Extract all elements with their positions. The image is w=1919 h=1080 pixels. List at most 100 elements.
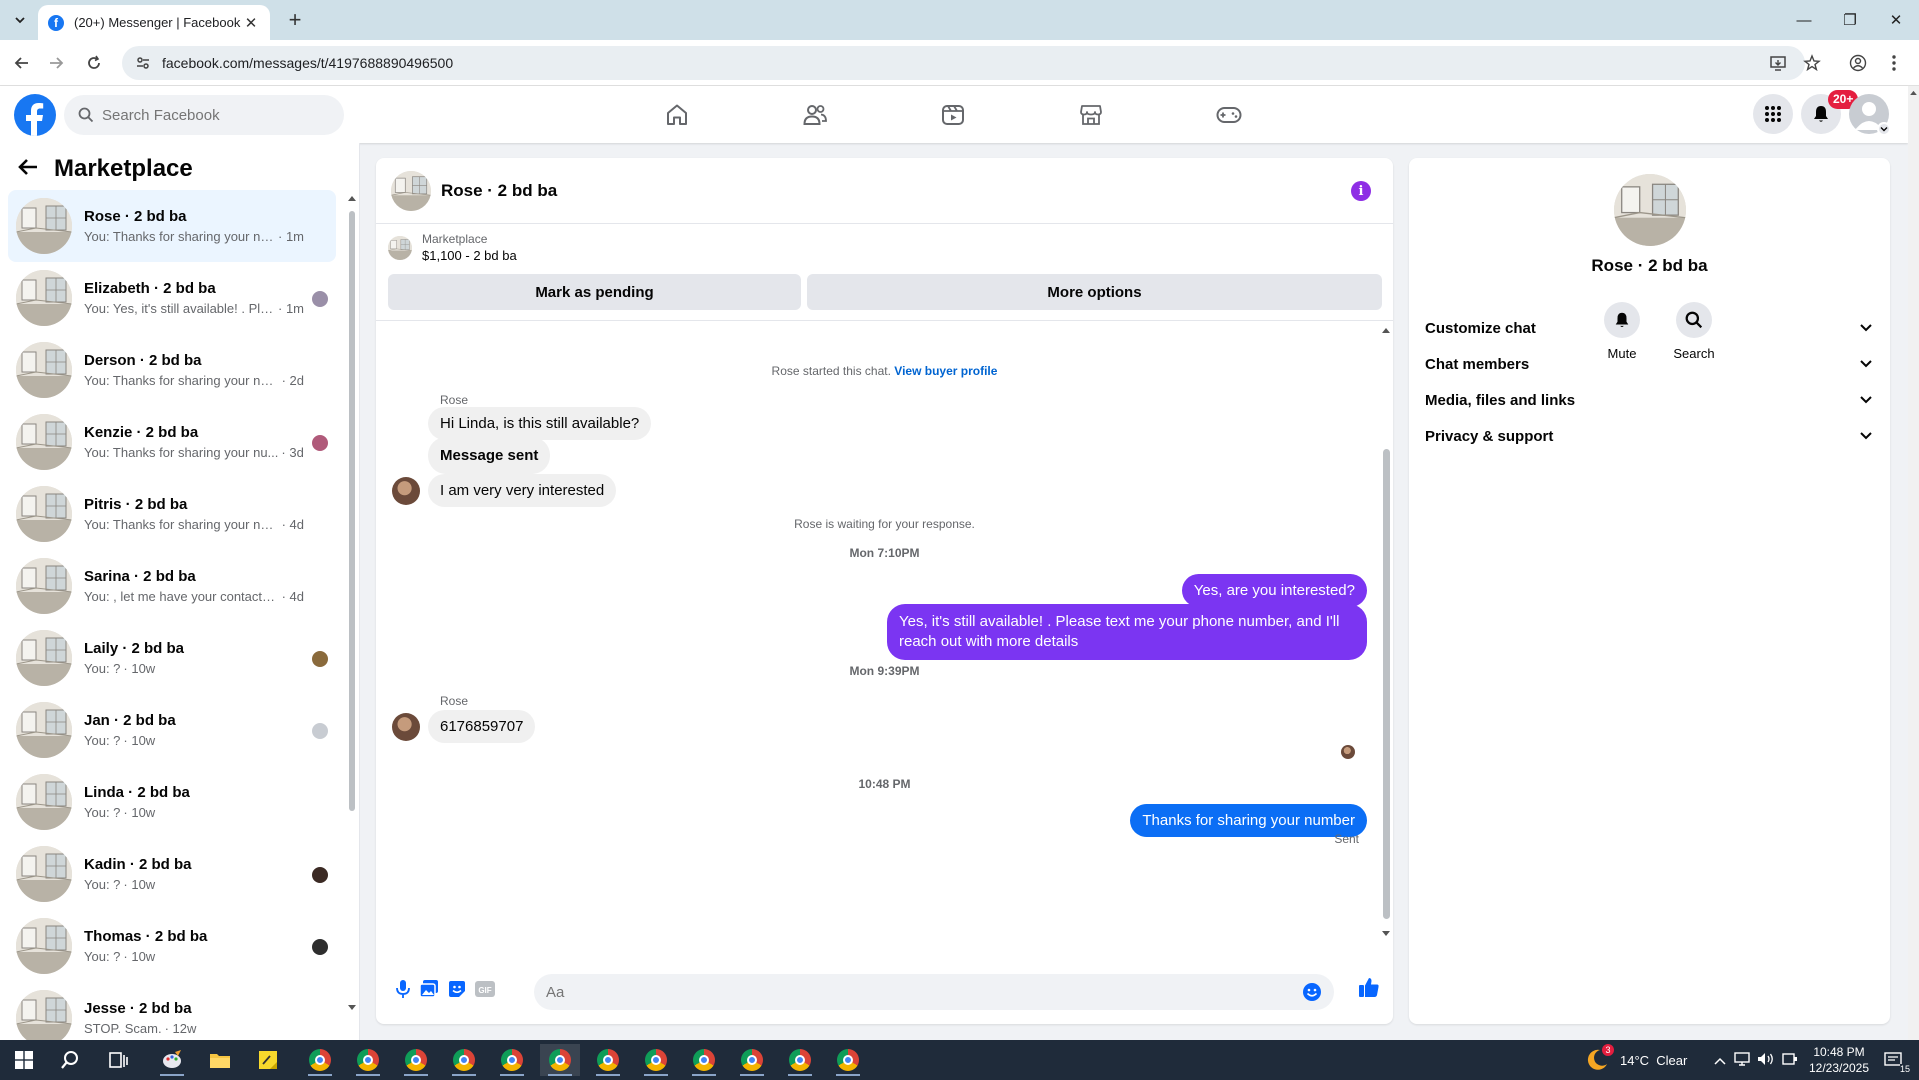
minimize-button[interactable]: — <box>1781 0 1827 40</box>
message-input-box[interactable] <box>534 974 1334 1010</box>
scrollbar-thumb[interactable] <box>349 211 355 811</box>
browser-menu-icon[interactable] <box>1883 52 1905 74</box>
view-buyer-profile-link[interactable]: View buyer profile <box>894 364 997 378</box>
conversation-title[interactable]: Rose · 2 bd ba <box>441 181 557 201</box>
sticker-icon[interactable] <box>446 978 468 1000</box>
more-options-button[interactable]: More options <box>807 274 1382 310</box>
chat-list-item[interactable]: Elizabeth · 2 bd ba You: Yes, it's still … <box>8 262 336 334</box>
install-app-icon[interactable] <box>1767 52 1789 74</box>
clock[interactable]: 10:48 PM 12/23/2025 <box>1804 1044 1874 1076</box>
thumbs-up-icon[interactable] <box>1358 976 1380 998</box>
close-window-button[interactable]: ✕ <box>1873 0 1919 40</box>
chat-list-item[interactable]: Kenzie · 2 bd ba You: Thanks for sharing … <box>8 406 336 478</box>
chat-list-item[interactable]: Kadin · 2 bd ba You: ? · 10w <box>8 838 336 910</box>
info-icon[interactable]: i <box>1351 181 1371 201</box>
taskbar-search-button[interactable] <box>50 1044 90 1076</box>
taskbar-chrome-window[interactable] <box>588 1044 628 1076</box>
photo-icon[interactable] <box>418 978 440 1000</box>
new-tab-button[interactable]: + <box>282 8 308 34</box>
taskbar-chrome-window[interactable] <box>444 1044 484 1076</box>
contact-avatar[interactable] <box>392 713 420 741</box>
message-input[interactable] <box>546 983 1276 1001</box>
incoming-message[interactable]: I am very very interested <box>428 474 617 507</box>
outgoing-message[interactable]: Thanks for sharing your number <box>1130 804 1367 837</box>
scroll-down-icon[interactable] <box>1382 931 1390 937</box>
taskbar-paint-app[interactable] <box>152 1044 192 1076</box>
restore-button[interactable]: ❐ <box>1827 0 1873 40</box>
chat-list-item[interactable]: Jan · 2 bd ba You: ? · 10w <box>8 694 336 766</box>
facebook-logo[interactable] <box>14 94 56 136</box>
chat-list-item[interactable]: Sarina · 2 bd ba You: , let me have your … <box>8 550 336 622</box>
tab-close-icon[interactable]: ✕ <box>242 14 260 32</box>
bookmark-star-icon[interactable] <box>1801 52 1823 74</box>
taskbar-chrome-window[interactable] <box>828 1044 868 1076</box>
taskbar-chrome-window[interactable] <box>636 1044 676 1076</box>
incoming-message[interactable]: 6176859707 <box>428 710 536 743</box>
reload-button[interactable] <box>82 51 106 75</box>
chat-list-item[interactable]: Rose · 2 bd ba You: Thanks for sharing yo… <box>8 190 336 262</box>
contact-listing-image[interactable] <box>1614 174 1686 246</box>
listing-info[interactable]: Marketplace $1,100 - 2 bd ba <box>388 232 517 263</box>
chat-list-item[interactable]: Thomas · 2 bd ba You: ? · 10w <box>8 910 336 982</box>
nav-home[interactable] <box>621 94 733 136</box>
taskbar-chrome-window[interactable] <box>348 1044 388 1076</box>
taskbar-chrome-window[interactable] <box>300 1044 340 1076</box>
nav-video[interactable] <box>897 94 1009 136</box>
gif-icon[interactable]: GIF <box>474 978 496 1000</box>
battery-icon[interactable] <box>1778 1052 1802 1069</box>
emoji-icon[interactable] <box>1302 982 1322 1002</box>
weather-widget[interactable]: 3 14°C Clear <box>1584 1040 1687 1080</box>
facebook-search-input[interactable] <box>102 106 322 124</box>
listing-thumbnail[interactable] <box>391 170 431 211</box>
scroll-up-icon[interactable] <box>348 195 356 201</box>
section-privacy-support[interactable]: Privacy & support <box>1425 416 1874 456</box>
notification-center-button[interactable]: 15 <box>1874 1044 1912 1076</box>
scroll-up-icon[interactable] <box>1382 327 1390 333</box>
section-media-files-and-links[interactable]: Media, files and links <box>1425 380 1874 420</box>
task-view-button[interactable] <box>98 1044 138 1076</box>
chat-list-item[interactable]: Linda · 2 bd ba You: ? · 10w <box>8 766 336 838</box>
site-info-icon[interactable] <box>134 54 152 72</box>
menu-button[interactable] <box>1753 94 1793 134</box>
nav-gaming[interactable] <box>1173 94 1285 136</box>
section-customize-chat[interactable]: Customize chat <box>1425 308 1874 348</box>
scroll-down-icon[interactable] <box>348 1005 356 1011</box>
incoming-message[interactable]: Message sent <box>428 437 551 474</box>
taskbar-chrome-window[interactable] <box>684 1044 724 1076</box>
forward-button[interactable] <box>44 51 68 75</box>
outgoing-message[interactable]: Yes, are you interested? <box>1181 574 1367 607</box>
page-scrollbar[interactable] <box>1908 86 1919 1040</box>
back-arrow-icon[interactable] <box>18 156 38 182</box>
section-chat-members[interactable]: Chat members <box>1425 344 1874 384</box>
outgoing-message[interactable]: Yes, it's still available! . Please text… <box>887 604 1367 660</box>
account-chevron-icon[interactable] <box>1877 122 1891 136</box>
chat-list-item[interactable]: Derson · 2 bd ba You: Thanks for sharing … <box>8 334 336 406</box>
windows-start-button[interactable] <box>4 1044 44 1076</box>
omnibox[interactable]: facebook.com/messages/t/4197688890496500 <box>122 46 1805 80</box>
back-button[interactable] <box>10 51 34 75</box>
nav-marketplace[interactable] <box>1035 94 1147 136</box>
network-icon[interactable] <box>1730 1051 1754 1069</box>
taskbar-file-explorer[interactable] <box>200 1044 240 1076</box>
chat-list-scrollbar[interactable] <box>348 195 356 1011</box>
microphone-icon[interactable] <box>392 978 414 1000</box>
scrollbar-thumb[interactable] <box>1383 449 1390 919</box>
chat-list-item[interactable]: Laily · 2 bd ba You: ? · 10w <box>8 622 336 694</box>
taskbar-sticky-notes[interactable] <box>248 1044 288 1076</box>
mark-as-pending-button[interactable]: Mark as pending <box>388 274 801 310</box>
contact-avatar[interactable] <box>392 477 420 505</box>
tab-search-button[interactable] <box>8 8 32 32</box>
profile-icon[interactable] <box>1847 52 1869 74</box>
taskbar-chrome-window[interactable] <box>492 1044 532 1076</box>
taskbar-chrome-window[interactable] <box>732 1044 772 1076</box>
facebook-search-box[interactable] <box>64 95 344 135</box>
taskbar-chrome-window[interactable] <box>540 1044 580 1076</box>
nav-friends[interactable] <box>759 94 871 136</box>
volume-icon[interactable] <box>1754 1052 1778 1069</box>
incoming-message[interactable]: Hi Linda, is this still available? <box>428 407 652 440</box>
chat-list-item[interactable]: Pitris · 2 bd ba You: Thanks for sharing … <box>8 478 336 550</box>
show-hidden-icons-chevron-icon[interactable] <box>1710 1053 1730 1068</box>
taskbar-chrome-window[interactable] <box>396 1044 436 1076</box>
browser-tab-messenger[interactable]: f (20+) Messenger | Facebook ✕ <box>38 5 270 40</box>
message-scrollbar[interactable] <box>1381 327 1391 936</box>
